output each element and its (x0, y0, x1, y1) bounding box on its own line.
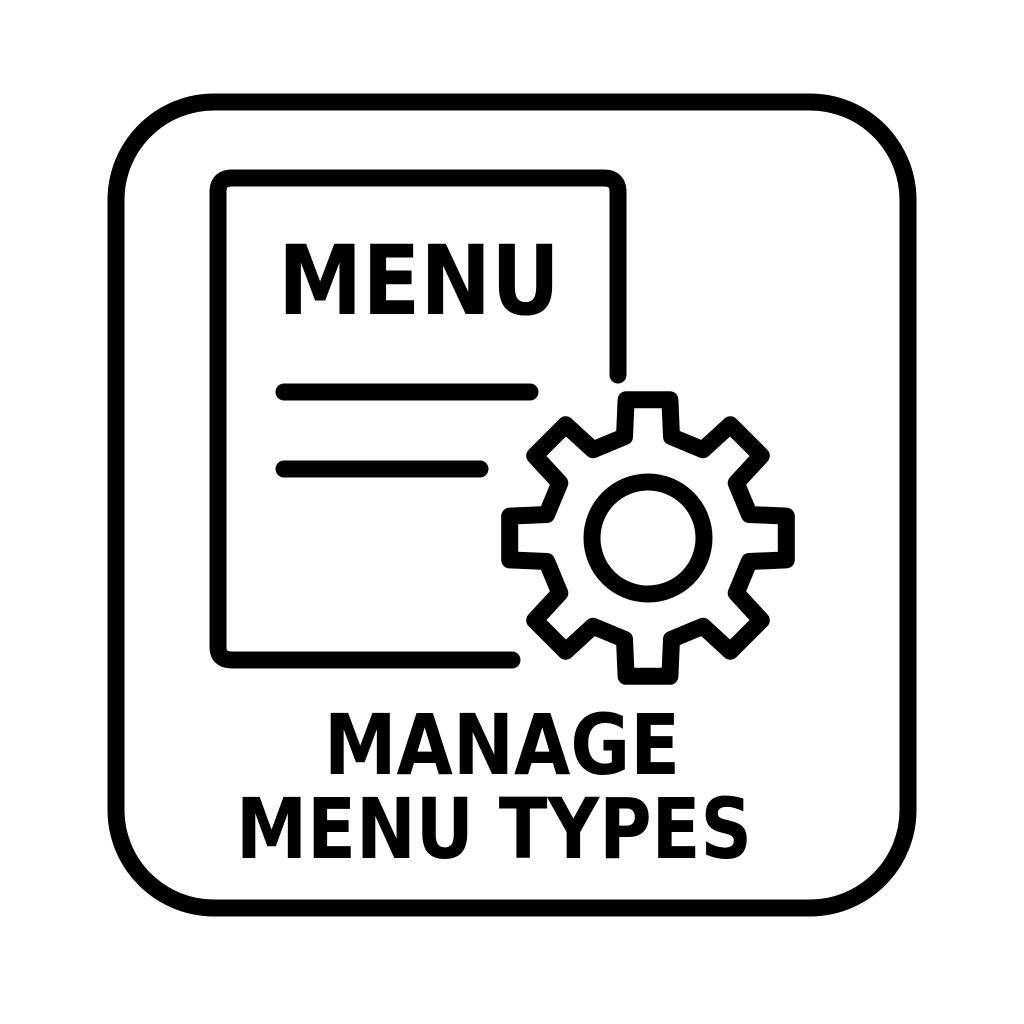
caption-line-2: MENU TYPES (236, 780, 752, 878)
gear-icon (501, 391, 795, 685)
gear-hub (583, 473, 713, 603)
manage-menu-types-tile[interactable]: MENU MANAGE MENU TYPES (0, 0, 1024, 1024)
document-heading: MENU (278, 225, 560, 337)
gear-outline (501, 391, 795, 685)
